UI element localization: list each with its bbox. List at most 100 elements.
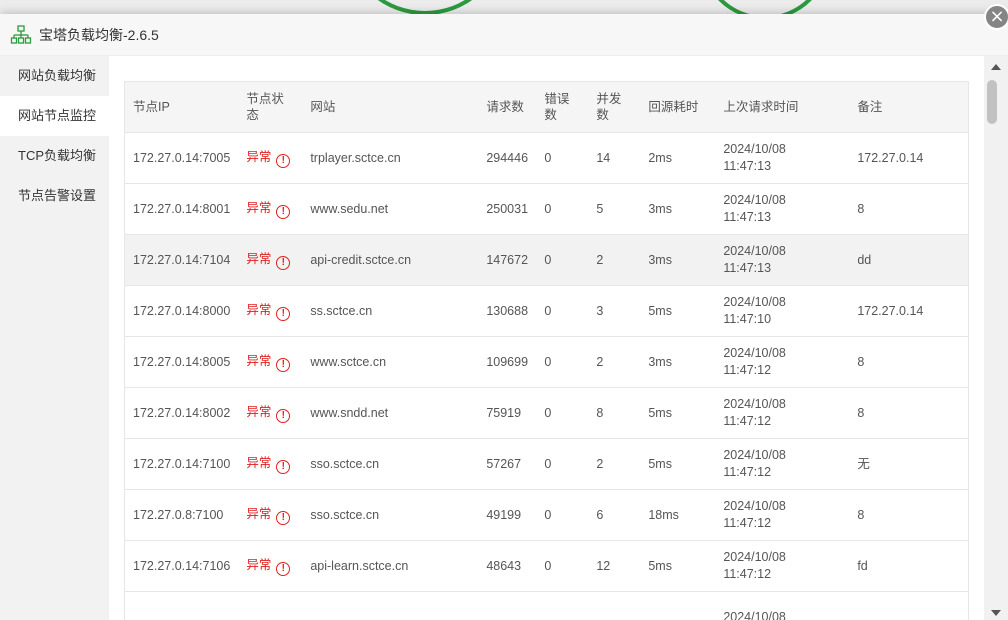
cell-response-time: 2ms — [640, 132, 716, 184]
table-row[interactable]: 172.27.0.14:8000 异常! ss.sctce.cn 130688 0 3 5m… — [124, 285, 969, 337]
cell-response-time: 5ms — [640, 438, 716, 490]
vertical-scrollbar[interactable] — [984, 56, 1008, 620]
cell-requests — [478, 591, 537, 620]
cell-site: trplayer.sctce.cn — [302, 132, 479, 184]
cell-errors: 0 — [536, 132, 589, 184]
cell-site: www.sndd.net — [302, 387, 479, 439]
header-last-request-time[interactable]: 上次请求时间 — [715, 81, 850, 133]
cell-concurrency: 12 — [588, 540, 641, 592]
cell-node-status: 异常! — [238, 132, 303, 184]
cell-remark: 172.27.0.14 — [849, 132, 969, 184]
cell-requests: 49199 — [478, 489, 537, 541]
cell-response-time: 18ms — [640, 489, 716, 541]
last-request-date: 2024/10/08 — [723, 244, 786, 258]
dialog-title-bar[interactable]: 宝塔负载均衡-2.6.5 — [0, 14, 1008, 56]
status-badge: 异常! — [246, 302, 291, 321]
header-errors[interactable]: 错误数 — [536, 81, 589, 133]
cell-site: www.sctce.cn — [302, 336, 479, 388]
status-text: 异常 — [246, 455, 272, 470]
header-response-time[interactable]: 回源耗时 — [640, 81, 716, 133]
cell-concurrency: 2 — [588, 336, 641, 388]
cell-node-status: 异常! — [238, 438, 303, 490]
last-request-date: 2024/10/08 — [723, 397, 786, 411]
status-badge: 异常! — [246, 455, 291, 474]
cell-remark: fd — [849, 540, 969, 592]
cell-errors: 0 — [536, 540, 589, 592]
table-row[interactable]: 2024/10/08 — [124, 591, 969, 620]
header-requests[interactable]: 请求数 — [478, 81, 537, 133]
cell-remark: 无 — [849, 438, 969, 490]
warning-icon[interactable]: ! — [276, 306, 291, 321]
status-text: 异常 — [246, 557, 272, 572]
main-content: 节点IP 节点状态 网站 请求数 错误数 并发数 回源耗时 上次请求时间 备注 … — [109, 56, 984, 620]
scroll-up-arrow-icon[interactable] — [991, 64, 1001, 70]
node-monitor-table: 节点IP 节点状态 网站 请求数 错误数 并发数 回源耗时 上次请求时间 备注 … — [124, 81, 969, 620]
header-site[interactable]: 网站 — [302, 81, 479, 133]
table-row[interactable]: 172.27.0.14:7005 异常! trplayer.sctce.cn 2944… — [124, 132, 969, 184]
cell-requests: 130688 — [478, 285, 537, 337]
cell-site: sso.sctce.cn — [302, 438, 479, 490]
cell-node-status: 异常! — [238, 183, 303, 235]
scroll-down-arrow-icon[interactable] — [991, 610, 1001, 616]
status-badge: 异常! — [246, 251, 291, 270]
last-request-date: 2024/10/08 — [723, 550, 786, 564]
cell-remark: 8 — [849, 387, 969, 439]
warning-icon[interactable]: ! — [276, 153, 291, 168]
warning-icon[interactable]: ! — [276, 408, 291, 423]
warning-icon[interactable]: ! — [276, 459, 291, 474]
cell-requests: 147672 — [478, 234, 537, 286]
warning-icon[interactable]: ! — [276, 357, 291, 372]
sidebar-item-site-node-monitor[interactable]: 网站节点监控 — [0, 96, 109, 136]
cell-node-ip — [124, 591, 239, 620]
cell-node-ip: 172.27.0.14:7106 — [124, 540, 239, 592]
cell-last-request-time: 2024/10/08 11:47:12 — [715, 387, 850, 439]
cell-errors: 0 — [536, 387, 589, 439]
status-text: 异常 — [246, 251, 272, 266]
cell-last-request-time: 2024/10/08 11:47:13 — [715, 183, 850, 235]
cell-last-request-time: 2024/10/08 — [715, 591, 850, 620]
status-text: 异常 — [246, 302, 272, 317]
cell-response-time: 5ms — [640, 387, 716, 439]
table-row[interactable]: 172.27.0.14:7104 异常! api-credit.sctce.cn 14… — [124, 234, 969, 286]
sidebar-item-tcp-load-balance[interactable]: TCP负载均衡 — [0, 136, 109, 176]
cell-concurrency: 14 — [588, 132, 641, 184]
table-row[interactable]: 172.27.0.14:8005 异常! www.sctce.cn 109699 0 2 3… — [124, 336, 969, 388]
header-node-ip[interactable]: 节点IP — [124, 81, 239, 133]
close-button[interactable]: × — [984, 4, 1008, 30]
table-row[interactable]: 172.27.0.14:8001 异常! www.sedu.net 250031 0 5 3… — [124, 183, 969, 235]
cell-last-request-time: 2024/10/08 11:47:13 — [715, 234, 850, 286]
header-node-status[interactable]: 节点状态 — [238, 81, 303, 133]
cell-remark: 8 — [849, 489, 969, 541]
table-row[interactable]: 172.27.0.14:7100 异常! sso.sctce.cn 57267 0 2 5m… — [124, 438, 969, 490]
cell-site: api-credit.sctce.cn — [302, 234, 479, 286]
warning-icon[interactable]: ! — [276, 255, 291, 270]
cell-node-status — [238, 591, 303, 620]
table-row[interactable]: 172.27.0.14:8002 异常! www.sndd.net 75919 0 8 5m… — [124, 387, 969, 439]
table-row[interactable]: 172.27.0.14:7106 异常! api-learn.sctce.cn 486… — [124, 540, 969, 592]
cell-node-ip: 172.27.0.14:8000 — [124, 285, 239, 337]
last-request-date: 2024/10/08 — [723, 609, 786, 620]
cell-node-ip: 172.27.0.14:8001 — [124, 183, 239, 235]
table-row[interactable]: 172.27.0.8:7100 异常! sso.sctce.cn 49199 0 6 18m… — [124, 489, 969, 541]
warning-icon[interactable]: ! — [276, 510, 291, 525]
cell-site: api-learn.sctce.cn — [302, 540, 479, 592]
warning-icon[interactable]: ! — [276, 204, 291, 219]
cell-errors: 0 — [536, 234, 589, 286]
cell-last-request-time: 2024/10/08 11:47:10 — [715, 285, 850, 337]
background-ring-chart — [350, 0, 500, 15]
last-request-clock: 11:47:13 — [723, 159, 772, 173]
cell-node-status: 异常! — [238, 540, 303, 592]
warning-icon[interactable]: ! — [276, 561, 291, 576]
load-balance-dialog: 宝塔负载均衡-2.6.5 × 网站负载均衡 网站节点监控 TCP负载均衡 节点告… — [0, 4, 1008, 620]
sidebar-item-site-load-balance[interactable]: 网站负载均衡 — [0, 56, 109, 96]
cell-node-status: 异常! — [238, 336, 303, 388]
cell-node-ip: 172.27.0.14:8002 — [124, 387, 239, 439]
cell-errors: 0 — [536, 336, 589, 388]
sidebar-item-node-alert-settings[interactable]: 节点告警设置 — [0, 176, 109, 216]
table-header-row: 节点IP 节点状态 网站 请求数 错误数 并发数 回源耗时 上次请求时间 备注 — [124, 81, 969, 133]
cell-requests: 109699 — [478, 336, 537, 388]
scrollbar-thumb[interactable] — [987, 80, 997, 124]
cell-errors: 0 — [536, 183, 589, 235]
header-concurrency[interactable]: 并发数 — [588, 81, 641, 133]
header-remark[interactable]: 备注 — [849, 81, 969, 133]
